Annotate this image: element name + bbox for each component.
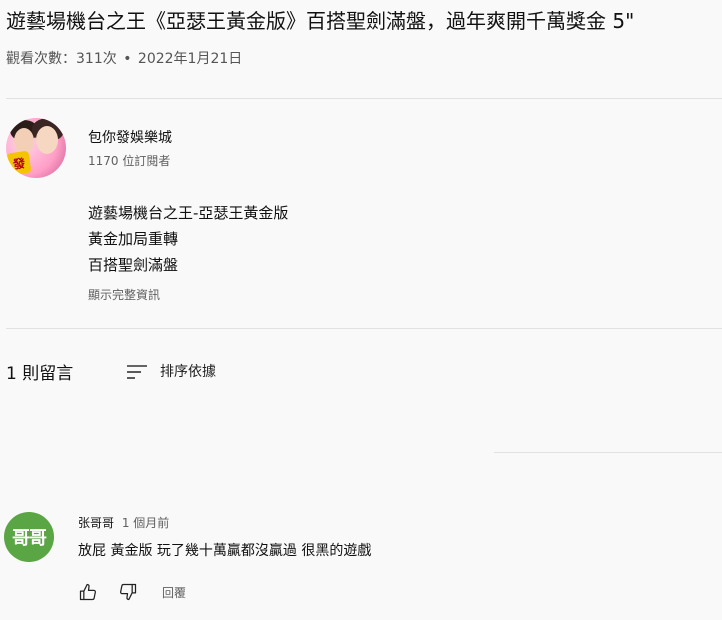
channel-avatar[interactable]: 發 (6, 118, 66, 178)
sort-icon (126, 363, 148, 381)
divider-top (6, 98, 722, 99)
reply-button[interactable]: 回覆 (162, 584, 186, 601)
thumb-down-icon[interactable] (118, 582, 138, 602)
comment-author[interactable]: 张哥哥 (78, 516, 114, 530)
description-line: 黃金加局重轉 (88, 230, 179, 248)
channel-name[interactable]: 包你發娛樂城 (88, 128, 172, 148)
video-title: 遊藝場機台之王《亞瑟王黃金版》百搭聖劍滿盤，過年爽開千萬獎金 5" (6, 9, 635, 33)
comment-actions: 回覆 (78, 582, 186, 602)
meta-separator: • (123, 51, 132, 67)
comment-count: 1 則留言 (6, 364, 74, 384)
avatar-face-right (36, 126, 58, 154)
avatar-badge: 發 (6, 150, 32, 176)
description-line: 百搭聖劍滿盤 (88, 256, 179, 274)
view-count: 觀看次數：311次 (6, 51, 117, 67)
sort-label: 排序依據 (160, 364, 216, 380)
divider-middle (6, 328, 722, 329)
comment-time[interactable]: 1 個月前 (122, 516, 169, 530)
show-more-button[interactable]: 顯示完整資訊 (88, 286, 160, 304)
video-description: 遊藝場機台之王-亞瑟王黃金版 黃金加局重轉 百搭聖劍滿盤 (88, 200, 288, 278)
comment-header: 张哥哥 1 個月前 (78, 514, 169, 532)
commenter-avatar[interactable]: 哥哥 (4, 512, 54, 562)
sort-button[interactable]: 排序依據 (126, 360, 216, 384)
divider-input (494, 452, 722, 453)
comment-text: 放屁 黃金版 玩了幾十萬贏都沒贏過 很黑的遊戲 (78, 543, 372, 559)
upload-date: 2022年1月21日 (137, 51, 243, 67)
thumb-up-icon[interactable] (78, 582, 98, 602)
subscriber-count: 1170 位訂閱者 (88, 154, 171, 168)
description-line: 遊藝場機台之王-亞瑟王黃金版 (88, 204, 289, 222)
video-meta: 觀看次數：311次 • 2022年1月21日 (6, 48, 242, 70)
